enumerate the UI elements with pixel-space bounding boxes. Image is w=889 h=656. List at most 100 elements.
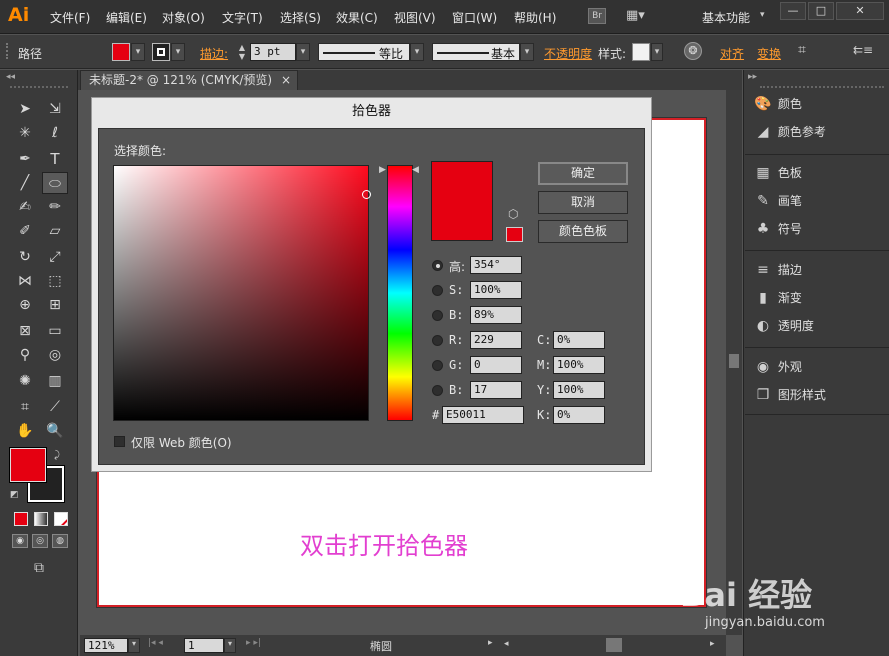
expand-panels-icon[interactable]: ▸▸ — [748, 72, 757, 82]
zoom-dropdown[interactable]: ▾ — [128, 638, 140, 653]
isolate-icon[interactable]: ⌗ — [798, 42, 806, 58]
out-of-gamut-cube-icon[interactable]: ⬡ — [508, 207, 518, 221]
menu-object[interactable]: 对象(O) — [162, 9, 205, 26]
panel-menu-icon[interactable]: ⇇≡ — [853, 43, 873, 57]
eyedropper-tool-icon[interactable]: ⚲ — [14, 344, 36, 366]
red-radio[interactable] — [432, 335, 443, 346]
brush-dropdown[interactable]: ▾ — [520, 43, 534, 61]
green-field[interactable]: 0 — [470, 356, 522, 374]
document-tab[interactable]: 未标题-2* @ 121% (CMYK/预览) × — [80, 70, 298, 90]
artboard-number-field[interactable]: 1 — [184, 638, 224, 653]
panel-brushes[interactable]: ✎ 画笔 — [752, 192, 802, 216]
scroll-right-icon[interactable]: ▸ — [710, 639, 715, 649]
panel-color[interactable]: 🎨 颜色 — [752, 95, 802, 119]
close-button[interactable]: ✕ — [836, 2, 884, 20]
menu-help[interactable]: 帮助(H) — [514, 9, 556, 26]
swap-colors-icon[interactable]: ⤸ — [54, 450, 60, 461]
fill-swatch[interactable] — [112, 43, 130, 61]
color-mode-icon[interactable] — [14, 512, 28, 526]
vertical-scroll-thumb[interactable] — [729, 354, 739, 368]
menu-effect[interactable]: 效果(C) — [336, 9, 378, 26]
red-field[interactable]: 229 — [470, 331, 522, 349]
stroke-width-field[interactable]: 3 pt — [250, 43, 296, 61]
blue-radio[interactable] — [432, 385, 443, 396]
menu-edit[interactable]: 编辑(E) — [106, 9, 147, 26]
brightness-field[interactable]: 89% — [470, 306, 522, 324]
transform-label[interactable]: 变换 — [757, 45, 781, 62]
hand-tool-icon[interactable]: ✋ — [14, 420, 36, 442]
hue-radio[interactable] — [432, 260, 443, 271]
panel-graphic-styles[interactable]: ❐ 图形样式 — [752, 386, 826, 410]
eraser-tool-icon[interactable]: ▱ — [44, 220, 66, 242]
hue-slider-right-arrow-icon[interactable]: ◀ — [412, 165, 419, 175]
style-dropdown[interactable]: ▾ — [651, 43, 663, 61]
color-field-marker[interactable] — [362, 190, 371, 199]
pencil-tool-icon[interactable]: ✏ — [44, 196, 66, 218]
selection-tool-icon[interactable]: ➤ — [14, 98, 36, 120]
yellow-field[interactable]: 100% — [553, 381, 605, 399]
pen-tool-icon[interactable]: ✒ — [14, 148, 36, 170]
minimize-button[interactable]: — — [780, 2, 806, 20]
menu-window[interactable]: 窗口(W) — [452, 9, 497, 26]
menu-view[interactable]: 视图(V) — [394, 9, 436, 26]
workspace-switcher[interactable]: 基本功能 — [702, 9, 750, 26]
status-menu-arrow-icon[interactable]: ▸ — [488, 638, 493, 648]
panel-gradient[interactable]: ▮ 渐变 — [752, 289, 802, 313]
first-artboard-icon[interactable]: |◂ ◂ — [148, 638, 163, 648]
none-mode-icon[interactable] — [54, 512, 68, 526]
cyan-field[interactable]: 0% — [553, 331, 605, 349]
panel-stroke[interactable]: ≡ 描边 — [752, 261, 802, 285]
scroll-left-icon[interactable]: ◂ — [504, 639, 509, 649]
blend-tool-icon[interactable]: ◎ — [44, 344, 66, 366]
rotate-tool-icon[interactable]: ↻ — [14, 246, 36, 268]
gradient-mode-icon[interactable] — [34, 512, 48, 526]
vertical-scrollbar[interactable] — [726, 90, 742, 635]
maximize-button[interactable]: □ — [808, 2, 834, 20]
bridge-button[interactable]: Br — [588, 8, 606, 24]
type-tool-icon[interactable]: T — [44, 148, 66, 170]
column-graph-tool-icon[interactable]: ▥ — [44, 370, 66, 392]
variable-width-profile[interactable]: 等比 — [318, 43, 410, 61]
slice-tool-icon[interactable]: ⟋ — [44, 396, 66, 418]
profile-dropdown[interactable]: ▾ — [410, 43, 424, 61]
magic-wand-tool-icon[interactable]: ✳ — [14, 122, 36, 144]
graphic-style-swatch[interactable] — [632, 43, 650, 61]
screen-mode-icon[interactable]: ⧉ — [28, 560, 50, 576]
color-field[interactable] — [113, 165, 369, 421]
stroke-swatch[interactable] — [152, 43, 170, 61]
brush-definition[interactable]: 基本 — [432, 43, 520, 61]
magenta-field[interactable]: 100% — [553, 356, 605, 374]
default-colors-icon[interactable]: ◩ — [10, 490, 19, 500]
horizontal-scroll-thumb[interactable] — [606, 638, 622, 652]
panel-swatches[interactable]: ▦ 色板 — [752, 164, 801, 188]
line-tool-icon[interactable]: ╱ — [14, 172, 36, 194]
stroke-label[interactable]: 描边: — [200, 45, 228, 62]
blob-brush-tool-icon[interactable]: ✐ — [14, 220, 36, 242]
menu-select[interactable]: 选择(S) — [280, 9, 321, 26]
menu-type[interactable]: 文字(T) — [222, 9, 263, 26]
menu-file[interactable]: 文件(F) — [50, 9, 90, 26]
direct-selection-tool-icon[interactable]: ⇲ — [44, 98, 66, 120]
opacity-label[interactable]: 不透明度 — [544, 45, 592, 62]
close-tab-icon[interactable]: × — [281, 71, 291, 89]
artboard-tool-icon[interactable]: ⌗ — [14, 396, 36, 418]
panel-symbols[interactable]: ♣ 符号 — [752, 220, 802, 244]
hue-slider-left-arrow-icon[interactable]: ▶ — [379, 165, 386, 175]
hue-field[interactable]: 354° — [470, 256, 522, 274]
collapse-arrows-icon[interactable]: ◂◂ — [6, 72, 15, 82]
free-transform-tool-icon[interactable]: ⬚ — [44, 270, 66, 292]
lasso-tool-icon[interactable]: ℓ — [44, 122, 66, 144]
stroke-dropdown[interactable]: ▾ — [171, 43, 185, 61]
gradient-tool-icon[interactable]: ▭ — [44, 320, 66, 342]
panel-color-guide[interactable]: ◢ 颜色参考 — [752, 123, 826, 147]
web-colors-only-checkbox[interactable] — [114, 436, 125, 447]
width-tool-icon[interactable]: ⋈ — [14, 270, 36, 292]
paintbrush-tool-icon[interactable]: ✍ — [14, 196, 36, 218]
ellipse-tool-icon[interactable]: ⬭ — [42, 172, 68, 194]
perspective-grid-tool-icon[interactable]: ⊞ — [44, 294, 66, 316]
symbol-sprayer-tool-icon[interactable]: ✺ — [14, 370, 36, 392]
zoom-field[interactable]: 121% — [84, 638, 128, 653]
next-artboard-icon[interactable]: ▸ ▸| — [246, 638, 261, 648]
panel-transparency[interactable]: ◐ 透明度 — [752, 317, 814, 341]
saturation-field[interactable]: 100% — [470, 281, 522, 299]
